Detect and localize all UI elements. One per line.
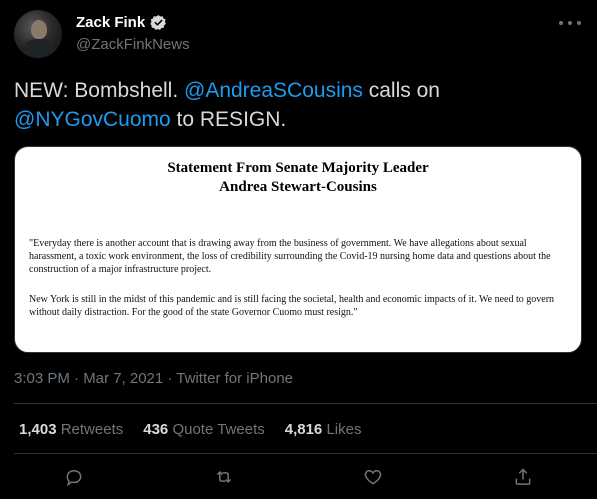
statement-title: Statement From Senate Majority Leader An… <box>15 159 581 197</box>
heart-icon <box>365 469 382 485</box>
statement-title-line2: Andrea Stewart-Cousins <box>219 179 377 195</box>
display-name[interactable]: Zack Fink <box>76 14 145 31</box>
quotes-count: 436 <box>143 421 169 438</box>
tweet-text-part: to RESIGN. <box>170 108 287 131</box>
reply-icon <box>66 469 82 487</box>
retweets-count: 1,403 <box>19 421 57 438</box>
like-button[interactable] <box>359 463 387 491</box>
quotes-label: Quote Tweets <box>172 421 265 438</box>
handle[interactable]: @ZackFinkNews <box>76 36 190 53</box>
name-row: Zack Fink <box>76 14 167 31</box>
quotes-stat[interactable]: 436 Quote Tweets <box>143 421 264 438</box>
mention-andreascousins[interactable]: @AndreaSCousins <box>184 79 363 102</box>
action-bar <box>60 462 537 492</box>
tweet-text: NEW: Bombshell. @AndreaSCousins calls on… <box>14 76 574 134</box>
tweet-stats: 1,403 Retweets 436 Quote Tweets 4,816 Li… <box>19 421 361 438</box>
tweet-timestamp[interactable]: 3:03 PM · Mar 7, 2021 · Twitter for iPho… <box>14 370 293 387</box>
statement-image[interactable]: Statement From Senate Majority Leader An… <box>14 146 582 353</box>
likes-stat[interactable]: 4,816 Likes <box>285 421 362 438</box>
divider <box>14 453 597 454</box>
retweet-icon <box>216 470 231 484</box>
share-icon <box>515 468 531 485</box>
retweet-button[interactable] <box>210 463 238 491</box>
divider <box>14 403 597 404</box>
retweets-stat[interactable]: 1,403 Retweets <box>19 421 123 438</box>
tweet-text-part: NEW: Bombshell. <box>14 79 184 102</box>
avatar[interactable] <box>14 10 62 58</box>
verified-badge-icon <box>150 15 167 30</box>
reply-button[interactable] <box>60 463 88 491</box>
share-button[interactable] <box>509 463 537 491</box>
avatar-head <box>31 20 47 39</box>
likes-count: 4,816 <box>284 421 323 438</box>
statement-title-line1: Statement From Senate Majority Leader <box>167 160 429 176</box>
tweet-header: Zack Fink @ZackFinkNews <box>14 8 583 64</box>
avatar-body <box>22 39 56 58</box>
statement-paragraph-1: "Everyday there is another account that … <box>29 238 551 275</box>
statement-paragraph-2: New York is still in the midst of this p… <box>29 294 555 318</box>
more-options-icon[interactable] <box>559 16 581 30</box>
tweet-text-part: calls on <box>362 79 440 102</box>
retweets-label: Retweets <box>60 421 124 438</box>
likes-label: Likes <box>326 421 362 438</box>
mention-nygovcuomo[interactable]: @NYGovCuomo <box>14 108 171 131</box>
